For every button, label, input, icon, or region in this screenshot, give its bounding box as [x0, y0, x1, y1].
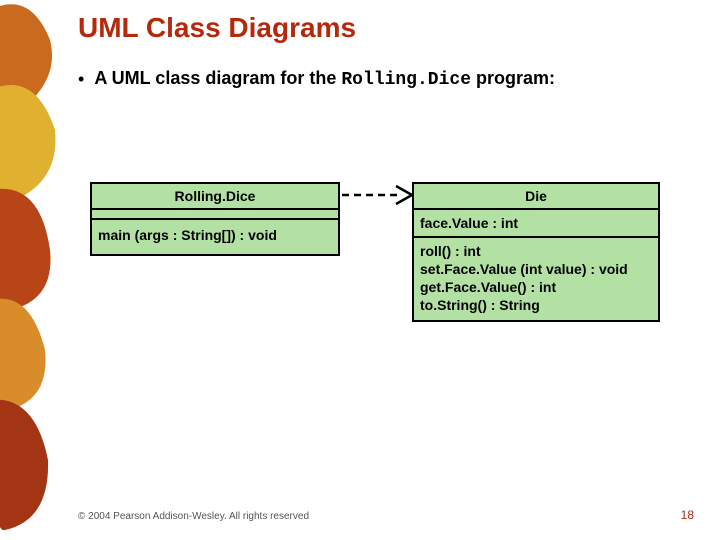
uml-operation: get.Face.Value() : int — [420, 278, 652, 296]
bullet-text-mono: Rolling.Dice — [341, 70, 471, 90]
uml-operation: to.String() : String — [420, 296, 652, 314]
uml-operation: main (args : String[]) : void — [98, 226, 332, 244]
uml-class-rollingdice: Rolling.Dice main (args : String[]) : vo… — [90, 182, 340, 256]
uml-operation: roll() : int — [420, 242, 652, 260]
bullet-item: • A UML class diagram for the Rolling.Di… — [78, 66, 638, 92]
slide-title: UML Class Diagrams — [78, 12, 356, 44]
autumn-leaves-decoration — [0, 0, 60, 540]
uml-attributes — [92, 210, 338, 220]
bullet-text: A UML class diagram for the Rolling.Dice… — [94, 66, 555, 92]
bullet-dot-icon: • — [78, 66, 84, 92]
uml-operations: roll() : int set.Face.Value (int value) … — [414, 238, 658, 320]
uml-attributes: face.Value : int — [414, 210, 658, 238]
uml-class-die: Die face.Value : int roll() : int set.Fa… — [412, 182, 660, 322]
bullet-text-post: program: — [471, 68, 555, 88]
uml-class-name: Die — [414, 184, 658, 210]
bullet-text-pre: A UML class diagram for the — [94, 68, 341, 88]
page-number: 18 — [681, 508, 694, 522]
dependency-arrow-icon — [340, 180, 420, 210]
uml-operation: set.Face.Value (int value) : void — [420, 260, 652, 278]
uml-attribute: face.Value : int — [420, 214, 652, 232]
uml-class-name: Rolling.Dice — [92, 184, 338, 210]
uml-operations: main (args : String[]) : void — [92, 220, 338, 254]
copyright-footer: © 2004 Pearson Addison-Wesley. All right… — [78, 511, 309, 522]
